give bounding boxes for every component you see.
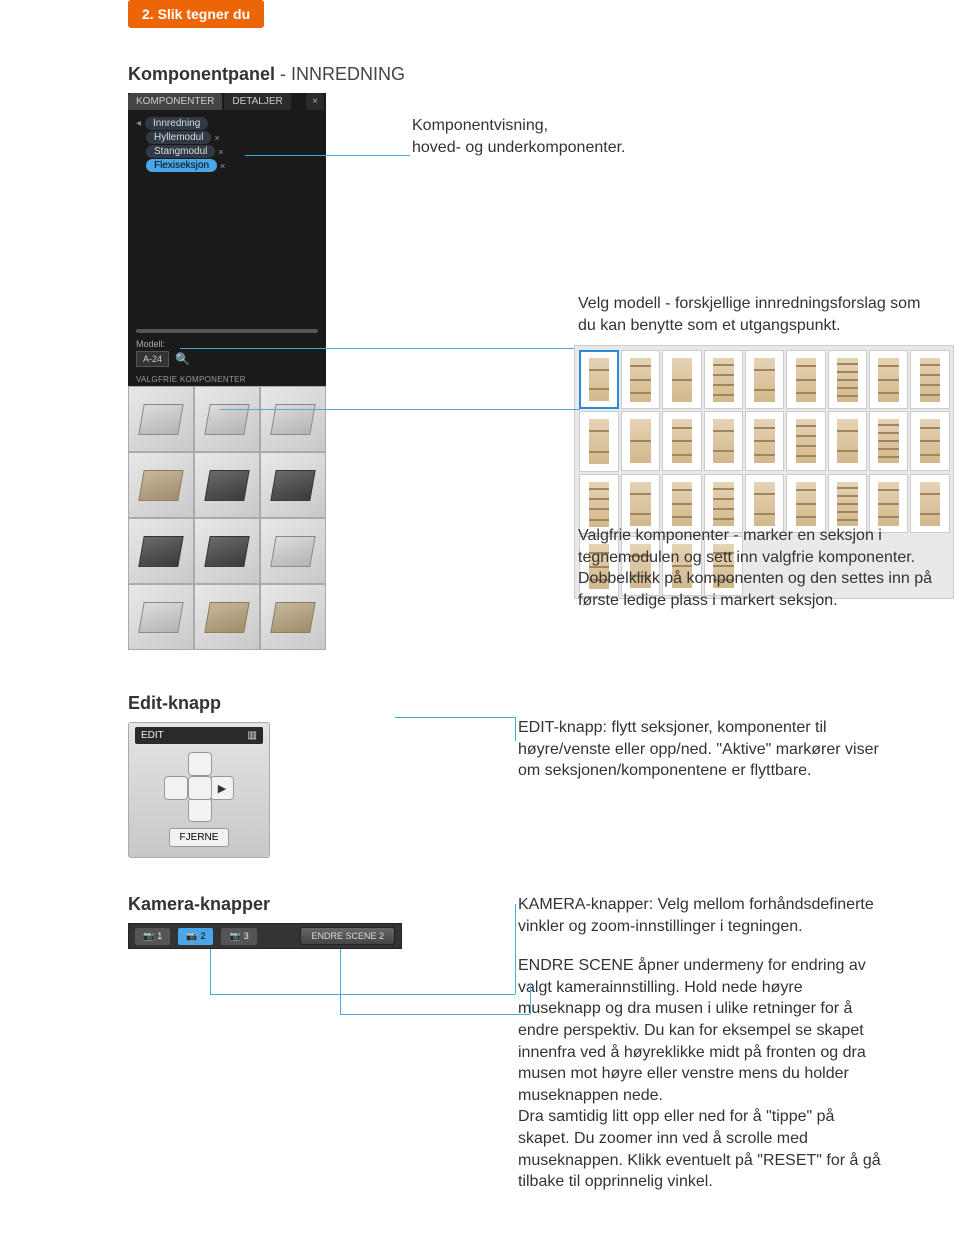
camera-heading: Kamera-knapper bbox=[128, 894, 388, 915]
tab-components[interactable]: KOMPONENTER bbox=[128, 93, 222, 110]
component-thumb[interactable] bbox=[260, 452, 326, 518]
component-thumb[interactable] bbox=[194, 584, 260, 650]
title-bold: Komponentpanel bbox=[128, 64, 275, 84]
move-down-button[interactable] bbox=[188, 798, 212, 822]
component-thumb[interactable] bbox=[260, 518, 326, 584]
component-panel: KOMPONENTER DETALJER × ◂Innredning Hylle… bbox=[128, 93, 326, 623]
component-tree: ◂Innredning Hyllemodul× Stangmodul× Flex… bbox=[128, 110, 326, 179]
tree-item-flexiseksjon[interactable]: Flexiseksjon bbox=[146, 159, 217, 172]
annotation-scene: ENDRE SCENE åpner undermeny for endring … bbox=[518, 955, 888, 1193]
model-cell[interactable] bbox=[579, 411, 619, 472]
component-thumb[interactable] bbox=[260, 584, 326, 650]
section-tag: 2. Slik tegner du bbox=[128, 0, 264, 28]
model-value[interactable]: A-24 bbox=[136, 351, 169, 367]
title-light: - INNREDNING bbox=[275, 64, 405, 84]
move-left-button[interactable] bbox=[164, 776, 188, 800]
remove-button[interactable]: FJERNE bbox=[169, 828, 230, 847]
camera-preset-3[interactable]: 📷3 bbox=[221, 928, 256, 945]
camera-preset-1[interactable]: 📷1 bbox=[135, 928, 170, 945]
optional-components-grid bbox=[128, 386, 326, 650]
model-cell[interactable] bbox=[745, 350, 784, 409]
edit-menu-icon[interactable]: ▥ bbox=[248, 730, 257, 741]
search-icon[interactable]: 🔍 bbox=[175, 352, 190, 366]
tree-item-hyllemodul[interactable]: Hyllemodul bbox=[146, 131, 211, 144]
component-thumb[interactable] bbox=[128, 386, 194, 452]
component-thumb[interactable] bbox=[194, 386, 260, 452]
edit-heading: Edit-knapp bbox=[128, 693, 388, 714]
annotation-optional: Valgfrie komponenter - marker en seksjon… bbox=[578, 525, 938, 611]
edit-widget: EDIT ▥ ▶ FJERNE bbox=[128, 722, 270, 858]
model-cell[interactable] bbox=[579, 350, 619, 409]
model-cell[interactable] bbox=[704, 350, 743, 409]
component-thumb[interactable] bbox=[194, 518, 260, 584]
component-thumb[interactable] bbox=[128, 518, 194, 584]
tree-item-stangmodul[interactable]: Stangmodul bbox=[146, 145, 215, 158]
annotation-edit: EDIT-knapp: flytt seksjoner, komponenter… bbox=[518, 717, 888, 782]
model-cell[interactable] bbox=[621, 350, 660, 409]
model-cell[interactable] bbox=[910, 350, 949, 409]
move-up-button[interactable] bbox=[188, 752, 212, 776]
model-cell[interactable] bbox=[869, 350, 908, 409]
model-cell[interactable] bbox=[704, 411, 743, 470]
model-cell[interactable] bbox=[662, 350, 701, 409]
camera-preset-2[interactable]: 📷2 bbox=[178, 928, 213, 945]
annotation-camera: KAMERA-knapper: Velg mellom forhåndsdefi… bbox=[518, 894, 888, 937]
model-cell[interactable] bbox=[869, 411, 908, 470]
edit-dpad: ▶ bbox=[164, 752, 234, 822]
move-right-button[interactable]: ▶ bbox=[210, 776, 234, 800]
tab-details[interactable]: DETALJER bbox=[224, 93, 290, 110]
tree-root[interactable]: Innredning bbox=[145, 117, 208, 130]
model-cell[interactable] bbox=[745, 411, 784, 470]
change-scene-button[interactable]: ENDRE SCENE 2 bbox=[300, 927, 395, 945]
move-center-button[interactable] bbox=[188, 776, 212, 800]
edit-title: EDIT bbox=[141, 730, 164, 741]
model-cell[interactable] bbox=[621, 411, 660, 470]
camera-bar: 📷1 📷2 📷3 ENDRE SCENE 2 bbox=[128, 923, 402, 949]
model-cell[interactable] bbox=[910, 411, 949, 470]
annotation-model: Velg modell - forskjellige innredningsfo… bbox=[578, 293, 938, 336]
model-cell[interactable] bbox=[828, 350, 867, 409]
model-cell[interactable] bbox=[662, 411, 701, 470]
component-thumb[interactable] bbox=[194, 452, 260, 518]
component-thumb[interactable] bbox=[128, 452, 194, 518]
model-cell[interactable] bbox=[828, 411, 867, 470]
model-cell[interactable] bbox=[786, 350, 825, 409]
annotation-view: Komponentvisning, hoved- og underkompone… bbox=[412, 115, 722, 158]
component-thumb[interactable] bbox=[128, 584, 194, 650]
model-cell[interactable] bbox=[786, 411, 825, 470]
optional-components-label: VALGFRIE KOMPONENTER bbox=[128, 373, 326, 386]
close-icon[interactable]: × bbox=[306, 93, 324, 110]
page-title: Komponentpanel - INNREDNING bbox=[128, 64, 960, 85]
component-thumb[interactable] bbox=[260, 386, 326, 452]
